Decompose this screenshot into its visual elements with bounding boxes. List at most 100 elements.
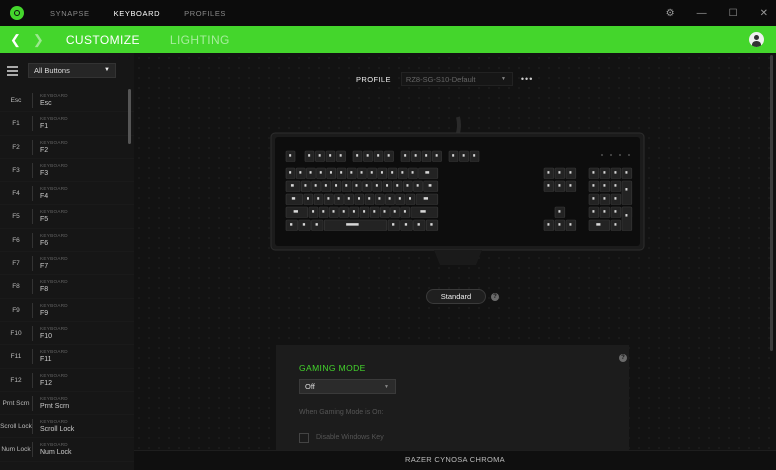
keycap-legend — [377, 154, 380, 157]
keycap-legend — [302, 223, 306, 226]
main-scrollbar[interactable] — [770, 55, 773, 351]
keycap-legend — [462, 154, 465, 157]
key-row[interactable]: Esc KEYBOARD Esc — [0, 89, 134, 113]
divider — [32, 325, 33, 341]
keycap-legend — [324, 184, 327, 187]
key-row[interactable]: F11 KEYBOARD F11 — [0, 345, 134, 369]
key-name: F10 — [10, 329, 22, 337]
keycap-legend — [614, 197, 617, 200]
keycap-legend — [332, 210, 335, 213]
minimize-icon[interactable]: — — [697, 8, 707, 19]
keycap-legend — [435, 154, 438, 157]
key-row[interactable]: Num Lock KEYBOARD Num Lock — [0, 438, 134, 462]
menu-icon[interactable] — [7, 66, 18, 78]
caret-down-icon: ▼ — [384, 384, 389, 390]
divider — [32, 442, 33, 458]
sidebar-header: All Buttons ▼ — [0, 53, 134, 89]
keycap-legend — [398, 197, 401, 200]
key-row[interactable]: F10 KEYBOARD F10 — [0, 322, 134, 346]
button-filter-select[interactable]: All Buttons ▼ — [28, 63, 116, 78]
key-assignment: F1 — [40, 123, 49, 131]
forward-arrow-icon[interactable]: ❯ — [33, 32, 44, 48]
gaming-mode-panel: ? GAMING MODE Off ▼ When Gaming Mode is … — [276, 345, 629, 453]
section-nav: ❮ ❯ CUSTOMIZE LIGHTING — [0, 26, 776, 53]
keycap-legend — [430, 223, 433, 226]
layout-standard-button[interactable]: Standard — [426, 289, 486, 304]
maximize-icon[interactable]: ☐ — [729, 8, 738, 19]
keycap-legend — [314, 184, 317, 187]
key-row[interactable]: F9 KEYBOARD F9 — [0, 299, 134, 322]
key-row[interactable]: F12 KEYBOARD F12 — [0, 369, 134, 392]
keycap-legend — [625, 171, 628, 174]
keycap-legend — [417, 223, 420, 226]
keycap-legend — [293, 210, 298, 213]
divider — [32, 302, 33, 318]
sidebar-scrollbar[interactable] — [128, 89, 131, 144]
tab-customize[interactable]: CUSTOMIZE — [66, 33, 140, 47]
keycap-legend — [396, 184, 399, 187]
keycap-legend — [322, 210, 325, 213]
keycap-legend — [592, 184, 595, 187]
key-row[interactable]: F3 KEYBOARD F3 — [0, 159, 134, 183]
key-name: F4 — [12, 190, 20, 198]
tab-lighting[interactable]: LIGHTING — [170, 33, 230, 47]
caret-down-icon: ▼ — [104, 67, 110, 73]
keycap-legend — [339, 154, 342, 157]
key-type: KEYBOARD — [40, 349, 68, 355]
key-assignment: F6 — [40, 239, 49, 247]
keycap-legend — [406, 184, 409, 187]
layout-help-icon[interactable]: ? — [491, 293, 499, 301]
user-avatar-icon[interactable] — [749, 32, 764, 47]
key-row[interactable]: Scroll Lock KEYBOARD Scroll Lock — [0, 415, 134, 439]
disable-windows-key-checkbox[interactable] — [299, 433, 309, 443]
settings-icon[interactable]: ⚙ — [666, 8, 675, 19]
key-assignment: F10 — [40, 332, 53, 340]
keycap-legend — [317, 197, 320, 200]
keycap-legend — [289, 154, 292, 157]
keycap-legend — [327, 197, 330, 200]
keyboard-wrist-notch — [434, 250, 482, 265]
key-type: KEYBOARD — [40, 116, 68, 122]
keycap-legend — [625, 214, 628, 217]
keycap-legend — [404, 223, 408, 226]
divider — [32, 372, 33, 388]
keycap-legend — [414, 154, 417, 157]
key-row[interactable]: Prnt Scrn KEYBOARD Prnt Scrn — [0, 392, 134, 416]
tab-profiles[interactable]: PROFILES — [184, 9, 226, 18]
key-name: F3 — [12, 166, 20, 174]
key-row[interactable]: F1 KEYBOARD F1 — [0, 112, 134, 136]
close-icon[interactable]: ✕ — [760, 8, 768, 19]
keycap-legend — [392, 223, 395, 226]
divider — [32, 186, 33, 202]
keycap-legend — [614, 184, 617, 187]
key-row[interactable]: F4 KEYBOARD F4 — [0, 182, 134, 206]
key-name: F12 — [10, 376, 22, 384]
back-arrow-icon[interactable]: ❮ — [10, 32, 21, 48]
gaming-mode-select[interactable]: Off ▼ — [299, 379, 396, 394]
key-row[interactable]: F2 KEYBOARD F2 — [0, 136, 134, 159]
key-name: F6 — [12, 236, 20, 244]
keycap-legend — [558, 223, 561, 226]
divider — [32, 116, 33, 132]
key-row[interactable]: F7 KEYBOARD F7 — [0, 252, 134, 276]
key-row[interactable]: F5 KEYBOARD F5 — [0, 205, 134, 229]
tab-synapse[interactable]: SYNAPSE — [50, 9, 90, 18]
key-assignment: F9 — [40, 309, 49, 317]
gaming-mode-help-icon[interactable]: ? — [619, 354, 627, 362]
divider — [32, 419, 33, 435]
key-assignment: F7 — [40, 263, 49, 271]
keycap-legend — [603, 171, 606, 174]
key-name: F9 — [12, 306, 20, 314]
key-type: KEYBOARD — [40, 302, 68, 308]
key-type: KEYBOARD — [40, 279, 68, 285]
keycap — [621, 180, 633, 205]
keycap-legend — [352, 210, 355, 213]
tab-keyboard[interactable]: KEYBOARD — [114, 9, 160, 18]
key-row[interactable]: F6 KEYBOARD F6 — [0, 229, 134, 253]
keycap-legend — [416, 184, 419, 187]
key-row[interactable]: F8 KEYBOARD F8 — [0, 275, 134, 299]
keycap-legend — [569, 223, 572, 226]
keycap-legend — [425, 171, 430, 174]
title-bar: SYNAPSE KEYBOARD PROFILES ⚙ — ☐ ✕ — [0, 0, 776, 26]
divider — [32, 209, 33, 225]
